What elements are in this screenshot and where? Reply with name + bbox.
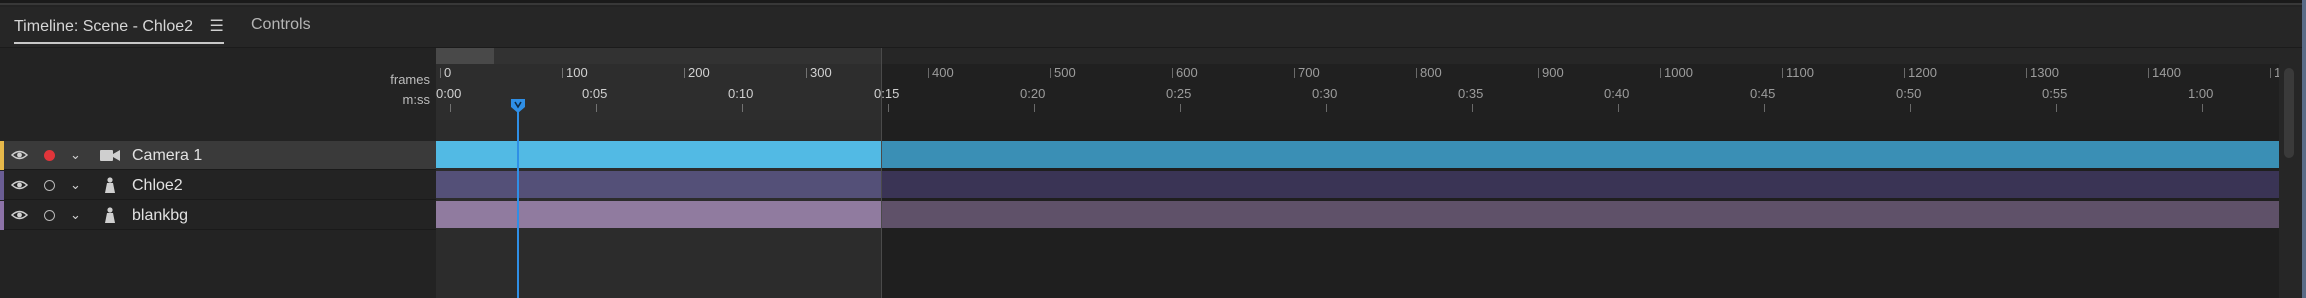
time-tick-label: 0:30 xyxy=(1312,86,1338,101)
frame-tick-label: 700 xyxy=(1298,65,1320,80)
time-tick xyxy=(1910,104,1911,112)
frame-tick-label: 400 xyxy=(932,65,954,80)
frame-tick-label: 1000 xyxy=(1664,65,1693,80)
time-tick-label: 0:50 xyxy=(1896,86,1922,101)
work-area-end-marker[interactable] xyxy=(881,48,882,298)
time-tick-label: 0:45 xyxy=(1750,86,1776,101)
frame-tick xyxy=(1782,68,1783,78)
frame-tick-label: 1200 xyxy=(1908,65,1937,80)
layer-row-camera-1[interactable]: ⌄ Camera 1 xyxy=(0,141,436,170)
timeline-vertical-scrollbar[interactable] xyxy=(2279,48,2302,298)
time-tick xyxy=(2056,104,2057,112)
frame-tick-label: 800 xyxy=(1420,65,1442,80)
frame-tick xyxy=(1294,68,1295,78)
layer-name[interactable]: blankbg xyxy=(132,207,188,225)
frame-tick xyxy=(2148,68,2149,78)
record-arm-icon[interactable] xyxy=(44,150,55,161)
vertical-scroll-thumb[interactable] xyxy=(2284,68,2294,158)
frame-tick xyxy=(2270,68,2271,78)
time-tick-label: 0:20 xyxy=(1020,86,1046,101)
time-tick xyxy=(1180,104,1181,112)
time-label: m:ss xyxy=(402,92,430,107)
layer-color-swatch xyxy=(0,201,4,230)
playhead-handle[interactable] xyxy=(510,98,526,114)
layer-row-blankbg[interactable]: ⌄ blankbg xyxy=(0,201,436,230)
frame-tick xyxy=(1050,68,1051,78)
eye-icon[interactable] xyxy=(11,209,28,221)
frames-label: frames xyxy=(390,72,430,87)
layer-name[interactable]: Chloe2 xyxy=(132,177,183,195)
time-tick xyxy=(1034,104,1035,112)
frame-tick xyxy=(1416,68,1417,78)
layer-color-swatch xyxy=(0,141,4,170)
frame-tick-label: 900 xyxy=(1542,65,1564,80)
camera-icon xyxy=(100,150,120,161)
frame-tick xyxy=(1660,68,1661,78)
layer-row-chloe2[interactable]: ⌄ Chloe2 xyxy=(0,171,436,200)
playhead-line[interactable] xyxy=(517,104,519,298)
eye-icon[interactable] xyxy=(11,149,28,161)
frame-tick-label: 500 xyxy=(1054,65,1076,80)
puppet-icon xyxy=(105,177,115,193)
record-arm-icon[interactable] xyxy=(44,210,55,221)
time-tick-label: 0:25 xyxy=(1166,86,1192,101)
time-tick xyxy=(1618,104,1619,112)
puppet-icon xyxy=(105,207,115,223)
eye-icon[interactable] xyxy=(11,179,28,191)
chevron-down-icon[interactable]: ⌄ xyxy=(70,177,81,193)
tab-controls[interactable]: Controls xyxy=(251,16,311,34)
time-tick xyxy=(1326,104,1327,112)
hamburger-menu-icon[interactable]: ☰ xyxy=(210,16,224,36)
time-tick xyxy=(1472,104,1473,112)
frame-tick-label: 1400 xyxy=(2152,65,2181,80)
time-tick xyxy=(2202,104,2203,112)
layer-name[interactable]: Camera 1 xyxy=(132,147,202,165)
window-right-edge xyxy=(2302,0,2306,298)
time-tick xyxy=(888,104,889,112)
chevron-down-icon[interactable]: ⌄ xyxy=(70,147,81,163)
tab-controls-label: Controls xyxy=(251,16,311,33)
time-tick-label: 0:35 xyxy=(1458,86,1484,101)
timeline-track-area[interactable]: 0 100 200 300 400 500 600 700 800 900 1000 1100 1200… xyxy=(436,48,2279,298)
time-tick-label: 0:55 xyxy=(2042,86,2068,101)
work-area-highlight xyxy=(436,48,882,298)
frame-tick-label: 600 xyxy=(1176,65,1198,80)
tab-timeline[interactable]: Timeline: Scene - Chloe2 ☰ xyxy=(14,16,224,44)
tab-timeline-label: Timeline: Scene - Chloe2 xyxy=(14,18,194,35)
chevron-down-icon[interactable]: ⌄ xyxy=(70,207,81,223)
frame-tick xyxy=(1538,68,1539,78)
panel-tab-bar: Timeline: Scene - Chloe2 ☰ Controls xyxy=(0,7,2302,48)
frame-tick xyxy=(1904,68,1905,78)
frame-tick xyxy=(2026,68,2027,78)
frame-tick-label: 1300 xyxy=(2030,65,2059,80)
time-tick-label: 1:00 xyxy=(2188,86,2214,101)
layer-color-swatch xyxy=(0,171,4,200)
frame-tick-label: 1100 xyxy=(1786,65,1814,80)
record-arm-icon[interactable] xyxy=(44,180,55,191)
frame-tick xyxy=(928,68,929,78)
time-tick-label: 0:40 xyxy=(1604,86,1630,101)
time-tick xyxy=(1764,104,1765,112)
ruler-unit-labels: frames m:ss xyxy=(0,48,436,120)
frame-tick xyxy=(1172,68,1173,78)
window-top-border xyxy=(0,0,2306,5)
